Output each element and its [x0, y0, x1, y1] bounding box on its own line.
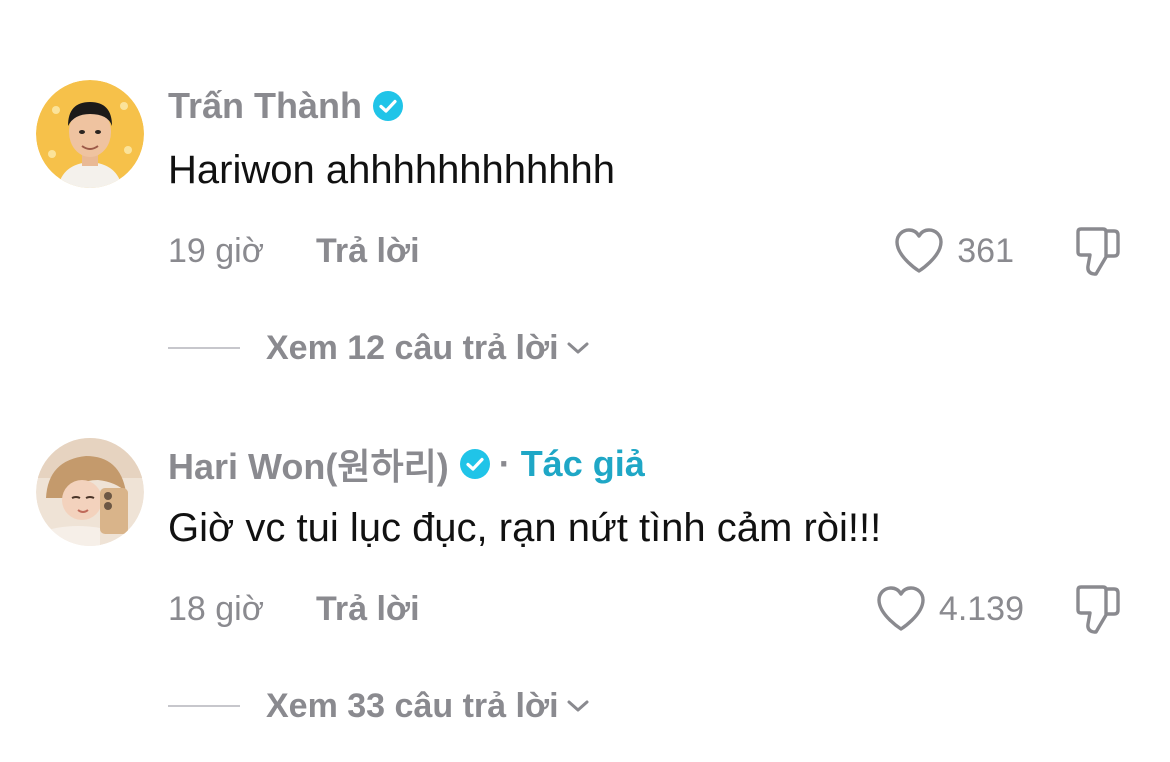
timestamp: 18 giờ	[168, 589, 265, 628]
username[interactable]: Trấn Thành	[168, 85, 362, 127]
dislike-icon[interactable]	[1072, 224, 1124, 278]
comment-header: Hari Won(원하리) · Tác giả	[168, 440, 645, 488]
chevron-down-icon	[567, 700, 589, 712]
like-group: 361	[893, 222, 1014, 280]
username[interactable]: Hari Won(원하리)	[168, 438, 449, 490]
avatar[interactable]	[36, 438, 144, 546]
timestamp: 19 giờ	[168, 231, 265, 270]
heart-icon[interactable]	[893, 227, 945, 275]
view-replies-button[interactable]: Xem 12 câu trả lời	[168, 322, 591, 374]
like-count: 361	[957, 231, 1014, 270]
avatar[interactable]	[36, 80, 144, 188]
author-badge: Tác giả	[520, 443, 645, 484]
view-replies-button[interactable]: Xem 33 câu trả lời	[168, 680, 591, 732]
reply-button[interactable]: Trả lời	[316, 590, 420, 629]
separator-dot: ·	[498, 443, 511, 484]
like-count: 4.139	[938, 589, 1024, 628]
comment-meta: 18 giờ Trả lời	[168, 584, 420, 634]
reply-button[interactable]: Trả lời	[316, 232, 420, 271]
chevron-down-icon	[567, 342, 589, 354]
view-replies-label: Xem 12 câu trả lời	[266, 328, 559, 367]
divider	[168, 705, 240, 707]
view-replies-label: Xem 33 câu trả lời	[266, 686, 559, 725]
verified-badge-icon	[373, 91, 404, 121]
comment-text: Hariwon ahhhhhhhhhhhh	[168, 148, 616, 192]
dislike-icon[interactable]	[1072, 582, 1124, 636]
comment-header: Trấn Thành	[168, 82, 404, 130]
divider	[168, 347, 240, 349]
comment-meta: 19 giờ Trả lời	[168, 226, 420, 276]
like-group: 4.139	[875, 580, 1024, 638]
verified-badge-icon	[459, 449, 490, 479]
comment-text: Giờ vc tui lục đục, rạn nứt tình cảm ròi…	[168, 506, 882, 550]
heart-icon[interactable]	[875, 585, 927, 633]
